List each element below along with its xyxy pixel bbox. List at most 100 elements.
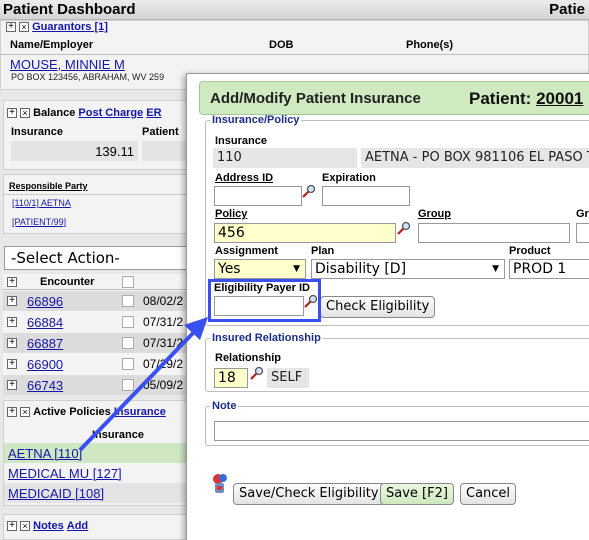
encounter-link[interactable]: 66900 [27, 357, 63, 372]
highlight-box [208, 279, 321, 322]
note-legend: Note [212, 400, 237, 412]
active-policies-label: Active Policies [33, 406, 111, 418]
expand-icon[interactable]: + [6, 22, 16, 33]
guarantor-name-link[interactable]: MOUSE, MINNIE M [10, 57, 125, 72]
encounter-date: 08/02/2 [143, 294, 184, 308]
group-label: Group [418, 208, 451, 220]
policies-panel: + × Active Policies Insurance Insurance … [3, 400, 204, 506]
address-id-input[interactable] [214, 186, 302, 206]
action-select[interactable]: -Select Action- [4, 246, 200, 270]
lookup-icon[interactable] [302, 184, 316, 198]
encounter-link[interactable]: 66743 [27, 378, 63, 393]
insurance-label: Insurance [215, 135, 267, 147]
expand-icon[interactable]: + [7, 277, 17, 287]
patient-id-link[interactable]: 20001 [536, 89, 583, 108]
product-label: Product [509, 245, 551, 257]
insurance-balance: 139.11 [11, 141, 138, 161]
col-insurance: Insurance [92, 429, 144, 441]
row-checkbox[interactable] [122, 295, 134, 307]
expand-icon[interactable]: + [7, 359, 17, 369]
table-row[interactable]: + 66900 07/29/2 [3, 354, 203, 374]
insurance-link[interactable]: Insurance [114, 406, 166, 418]
row-checkbox[interactable] [122, 316, 134, 328]
row-checkbox[interactable] [122, 358, 134, 370]
expand-icon[interactable]: + [7, 296, 17, 306]
insured-legend: Insured Relationship [212, 332, 321, 344]
er-link[interactable]: ER [146, 107, 161, 119]
close-icon[interactable]: × [20, 407, 31, 418]
list-item[interactable]: AETNA [110] [4, 443, 204, 463]
close-icon[interactable]: × [20, 521, 31, 532]
close-icon[interactable]: × [20, 108, 31, 119]
policy-legend: Insurance/Policy [212, 114, 300, 126]
table-row[interactable]: + 66887 07/31/2 [3, 333, 203, 353]
policy-link-medicaid[interactable]: MEDICAID [108] [8, 486, 104, 501]
notes-link[interactable]: Notes [33, 520, 64, 532]
page-title-right: Patie [549, 1, 585, 18]
row-checkbox[interactable] [122, 379, 134, 391]
responsible-item-patient[interactable]: [PATIENT/99] [12, 217, 66, 227]
check-eligibility-button[interactable]: Check Eligibility [320, 296, 436, 318]
address-id-label: Address ID [215, 172, 274, 184]
list-item[interactable]: MEDICAID [108] [4, 483, 204, 503]
table-row[interactable]: + 66884 07/31/2 [3, 312, 203, 332]
product-select[interactable]: PROD 1 [509, 259, 589, 279]
gr-label: Gr [576, 208, 589, 220]
table-row[interactable]: + 66896 08/02/2 [3, 291, 203, 311]
encounter-date: 07/31/2 [143, 336, 184, 350]
table-row[interactable]: + 66743 05/09/2 [3, 375, 203, 395]
insurance-name: AETNA - PO BOX 981106 EL PASO T [361, 148, 589, 168]
guarantors-link[interactable]: Guarantors [1] [32, 21, 108, 33]
note-input[interactable] [214, 421, 589, 441]
balance-panel: + × Balance Post Charge ER Insurance Pat… [3, 100, 203, 170]
save-check-eligibility-button[interactable]: Save/Check Eligibility [233, 483, 385, 505]
plan-select[interactable]: Disability [D] ▼ [311, 259, 505, 279]
relationship-text: SELF [267, 368, 309, 388]
expand-icon[interactable]: + [7, 108, 17, 119]
notes-panel: + × Notes Add [3, 514, 203, 540]
assignment-select[interactable]: Yes ▼ [214, 259, 306, 279]
policy-input[interactable]: 456 [214, 223, 396, 243]
encounter-date: 05/09/2 [143, 378, 184, 392]
policy-link-aetna[interactable]: AETNA [110] [8, 446, 82, 461]
save-button[interactable]: Save [F2] [380, 483, 454, 505]
lookup-icon[interactable] [397, 221, 411, 235]
responsible-item-aetna[interactable]: [110/1] AETNA [12, 198, 71, 208]
col-encounter: Encounter [40, 276, 95, 288]
row-checkbox[interactable] [122, 337, 134, 349]
title-bar: Patient Dashboard Patie [0, 0, 589, 20]
relationship-code-input[interactable]: 18 [214, 368, 248, 388]
expand-icon[interactable]: + [7, 317, 17, 327]
encounters-table: + Encounter + 66896 08/02/2 + 66884 07/3… [3, 274, 203, 395]
expiration-input[interactable] [322, 186, 410, 206]
responsible-party-label: Responsible Party [9, 181, 88, 191]
col-patient: Patient [142, 126, 179, 138]
relationship-label: Relationship [215, 352, 282, 364]
assignment-label: Assignment [215, 245, 278, 257]
post-charge-link[interactable]: Post Charge [78, 107, 143, 119]
expand-icon[interactable]: + [7, 521, 17, 532]
gr-input[interactable] [576, 223, 589, 243]
expand-icon[interactable]: + [7, 380, 17, 390]
encounter-date: 07/29/2 [143, 357, 184, 371]
col-phones: Phone(s) [406, 39, 454, 51]
modal-title: Add/Modify Patient Insurance [210, 90, 421, 107]
insurance-code: 110 [213, 148, 357, 168]
select-all-checkbox[interactable] [122, 276, 134, 288]
add-note-link[interactable]: Add [67, 520, 88, 532]
plan-label: Plan [311, 245, 335, 257]
encounter-date: 07/31/2 [143, 315, 184, 329]
group-input[interactable] [418, 223, 570, 243]
expand-icon[interactable]: + [7, 338, 17, 348]
close-icon[interactable]: × [19, 22, 30, 33]
guarantor-address: PO BOX 123456, ABRAHAM, WV 259 [11, 72, 165, 82]
list-item[interactable]: MEDICAL MU [127] [4, 463, 204, 483]
lookup-icon[interactable] [250, 366, 264, 380]
encounter-link[interactable]: 66896 [27, 294, 63, 309]
policy-link-medical-mu[interactable]: MEDICAL MU [127] [8, 466, 122, 481]
col-insurance: Insurance [11, 126, 63, 138]
expand-icon[interactable]: + [7, 407, 17, 418]
encounter-link[interactable]: 66884 [27, 315, 63, 330]
cancel-button[interactable]: Cancel [460, 483, 517, 505]
encounter-link[interactable]: 66887 [27, 336, 63, 351]
